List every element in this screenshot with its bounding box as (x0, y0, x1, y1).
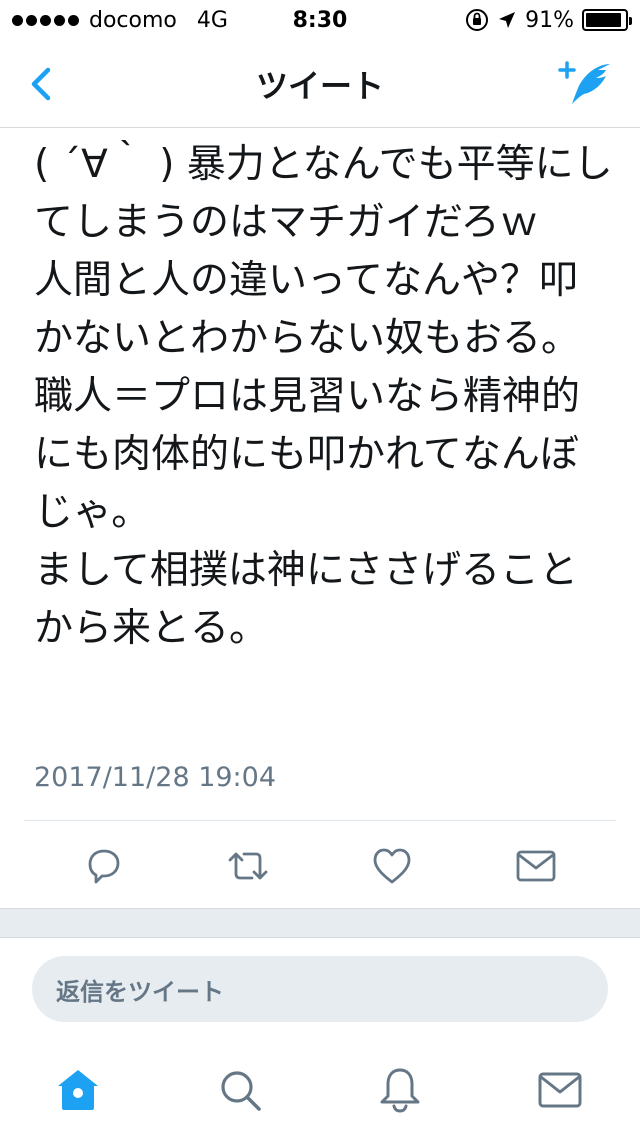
home-icon (58, 1070, 98, 1110)
tweet-detail-screen: docomo 4G 8:30 91% ツイート (´∀｀) 暴力となんでも平… (0, 0, 640, 1136)
status-right: 91% (465, 7, 632, 33)
page-title: ツイート (255, 66, 384, 105)
bottom-tab-bar (0, 1040, 640, 1136)
compose-tweet-icon[interactable] (558, 58, 614, 108)
envelope-icon (538, 1072, 582, 1108)
direct-message-button[interactable] (506, 838, 566, 894)
tweet-action-bar (0, 838, 640, 898)
network-type: 4G (196, 7, 228, 33)
bell-icon (380, 1068, 420, 1113)
tab-notifications[interactable] (374, 1064, 426, 1116)
tab-messages[interactable] (534, 1064, 586, 1116)
chevron-left-icon[interactable] (22, 64, 62, 104)
status-bar: docomo 4G 8:30 91% (0, 0, 640, 40)
tab-home[interactable] (52, 1064, 104, 1116)
battery-level (586, 13, 621, 27)
battery-icon (582, 9, 632, 31)
section-separator (0, 908, 640, 938)
tab-search[interactable] (214, 1064, 266, 1116)
signal-strength-icon (12, 14, 79, 26)
retweet-button[interactable] (218, 838, 278, 894)
reply-icon (88, 849, 120, 884)
envelope-icon (516, 850, 556, 882)
heart-icon (373, 848, 411, 884)
tweet-text: ( ´∀｀ ) 暴力となんでも平等にしてしまうのはマチガイだろｗ 人間と人の違い… (34, 142, 613, 651)
divider (24, 820, 616, 821)
reply-button[interactable] (74, 838, 134, 894)
navigation-bar: ツイート (0, 40, 640, 128)
reply-input[interactable]: 返信をツイート (32, 956, 608, 1022)
orientation-lock-icon (466, 9, 489, 31)
search-icon (221, 1071, 261, 1111)
tweet-timestamp: 2017/11/28 19:04 (34, 762, 277, 793)
retweet-icon (228, 852, 268, 880)
battery-percent: 91% (525, 7, 574, 33)
location-arrow-icon (499, 12, 516, 28)
like-button[interactable] (362, 838, 422, 894)
status-left: docomo 4G (12, 8, 228, 33)
carrier-name: docomo (89, 7, 177, 33)
